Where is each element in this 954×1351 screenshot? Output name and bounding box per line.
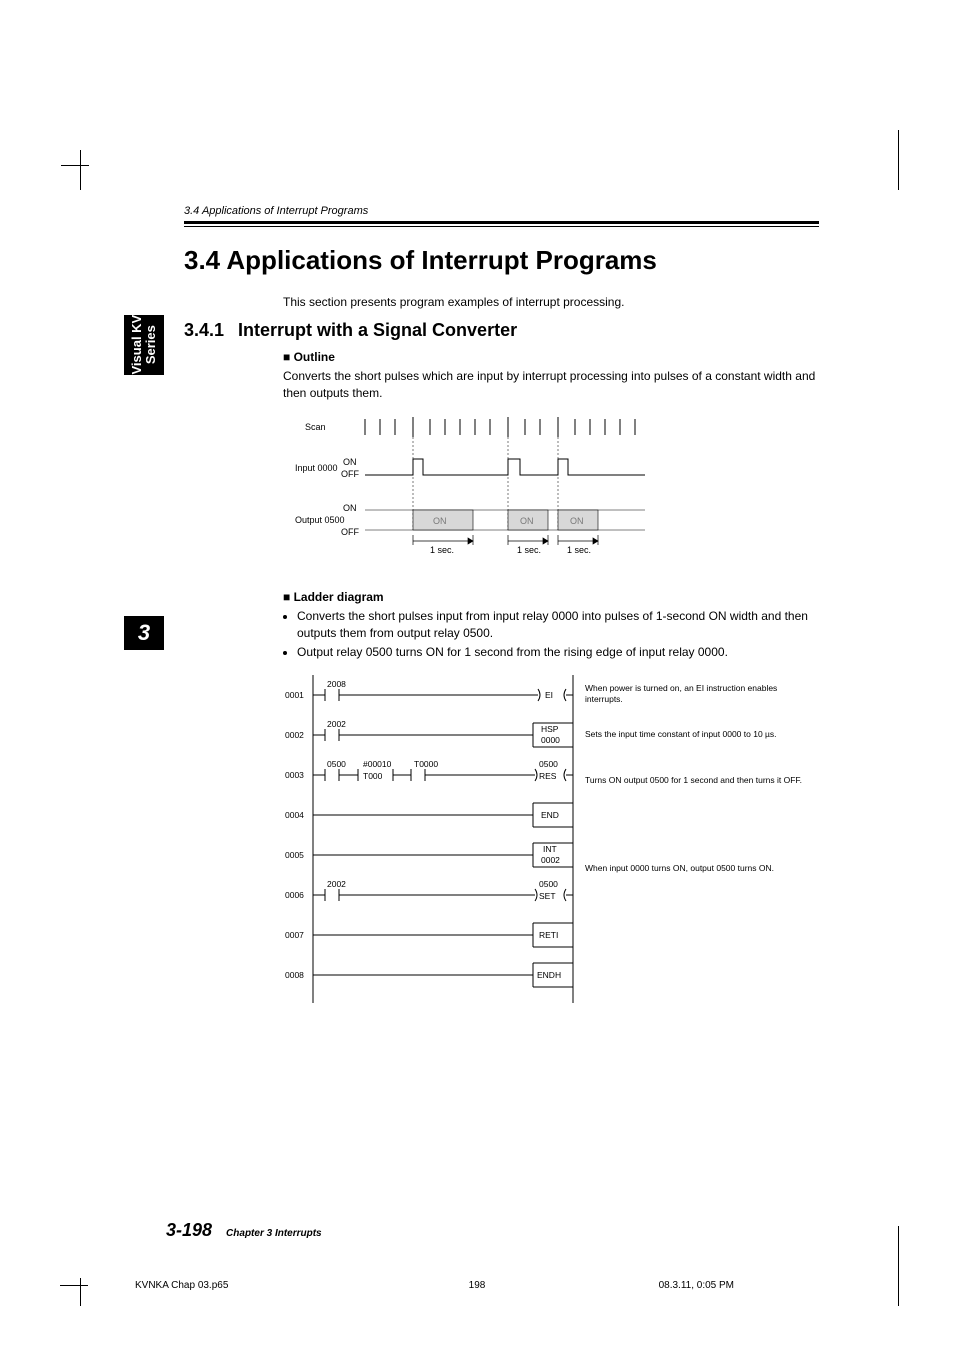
subsection-number: 3.4.1 xyxy=(184,320,224,341)
timing-1sec-1: 1 sec. xyxy=(430,545,454,555)
footer: 3-198 Chapter 3 Interrupts xyxy=(166,1220,322,1241)
slug-left: KVNKA Chap 03.p65 xyxy=(135,1280,228,1291)
chapter-side-tab: 3 xyxy=(124,616,164,650)
crop-mark xyxy=(854,150,894,190)
section-title: 3.4 Applications of Interrupt Programs xyxy=(184,245,657,276)
running-head: 3.4 Applications of Interrupt Programs xyxy=(184,205,819,224)
outline-block: ■ Outline Converts the short pulses whic… xyxy=(283,350,819,402)
r3-out-top: 0500 xyxy=(539,759,558,769)
ladder-heading-block: ■ Ladder diagram Converts the short puls… xyxy=(283,590,819,662)
timing-input-label: Input 0000 xyxy=(295,463,338,473)
slug-center: 198 xyxy=(469,1280,486,1291)
r8-out: ENDH xyxy=(537,970,561,980)
timing-1sec-2: 1 sec. xyxy=(517,545,541,555)
r3-c2a: #00010 xyxy=(363,759,392,769)
r3-c2b: T000 xyxy=(363,771,383,781)
r6-c1: 2002 xyxy=(327,879,346,889)
footer-page: 3-198 xyxy=(166,1220,212,1241)
timing-on2: ON xyxy=(343,503,357,513)
r2-out-top: HSP xyxy=(541,724,559,734)
subsection-heading: 3.4.1 Interrupt with a Signal Converter xyxy=(184,320,517,341)
timing-on: ON xyxy=(343,457,357,467)
r5-out-num: 0002 xyxy=(541,855,560,865)
rung-0003: 0003 xyxy=(285,770,304,780)
r2-c1: 2002 xyxy=(327,719,346,729)
crop-mark xyxy=(854,1246,894,1286)
r2-out-num: 0000 xyxy=(541,735,560,745)
timing-diagram: Scan Input 0000 ON OFF Output 0500 ON OF… xyxy=(295,415,705,565)
timing-scan-label: Scan xyxy=(305,422,326,432)
footer-chapter: Chapter 3 Interrupts xyxy=(226,1228,322,1239)
series-side-tab: Visual KV Series xyxy=(124,315,164,375)
r7-out: RETI xyxy=(539,930,558,940)
ladder-heading: ■ Ladder diagram xyxy=(283,590,819,604)
timing-on-block3: ON xyxy=(570,516,584,526)
crop-mark xyxy=(80,150,121,190)
ladder-bullet-2: Output relay 0500 turns ON for 1 second … xyxy=(297,644,819,661)
rung-0001: 0001 xyxy=(285,690,304,700)
slug-right: 08.3.11, 0:05 PM xyxy=(659,1280,734,1291)
ladder-diagram: 0001 2008 EI 0002 2002 HSP 0000 0003 050… xyxy=(283,675,823,1035)
r5-out-top: INT xyxy=(543,844,557,854)
r1-c1: 2008 xyxy=(327,679,346,689)
outline-body: Converts the short pulses which are inpu… xyxy=(283,368,819,402)
crop-mark xyxy=(80,1246,120,1286)
r4-out: END xyxy=(541,810,559,820)
r3-c3: T0000 xyxy=(414,759,438,769)
timing-on-block1: ON xyxy=(433,516,447,526)
r6-out: SET xyxy=(539,891,556,901)
rung-0002: 0002 xyxy=(285,730,304,740)
rung-0006: 0006 xyxy=(285,890,304,900)
ladder-bullets: Converts the short pulses input from inp… xyxy=(283,608,819,660)
timing-on-block2: ON xyxy=(520,516,534,526)
r6-out-top: 0500 xyxy=(539,879,558,889)
r3-c1: 0500 xyxy=(327,759,346,769)
rung-0008: 0008 xyxy=(285,970,304,980)
timing-off2: OFF xyxy=(341,527,359,537)
subsection-title: Interrupt with a Signal Converter xyxy=(238,320,517,341)
timing-off: OFF xyxy=(341,469,359,479)
rung-0004: 0004 xyxy=(285,810,304,820)
side-note-1: When power is turned on, an EI instructi… xyxy=(585,683,815,704)
timing-1sec-3: 1 sec. xyxy=(567,545,591,555)
rung-0005: 0005 xyxy=(285,850,304,860)
side-note-2: Sets the input time constant of input 00… xyxy=(585,729,815,740)
side-tab-line2: Series xyxy=(143,325,158,364)
r3-out: RES xyxy=(539,771,557,781)
timing-output-label: Output 0500 xyxy=(295,515,345,525)
ladder-bullet-1: Converts the short pulses input from inp… xyxy=(297,608,819,642)
outline-heading: ■ Outline xyxy=(283,350,819,364)
side-note-4: When input 0000 turns ON, output 0500 tu… xyxy=(585,863,815,874)
side-note-3: Turns ON output 0500 for 1 second and th… xyxy=(585,775,815,786)
r1-out: EI xyxy=(545,690,553,700)
section-intro: This section presents program examples o… xyxy=(283,295,625,309)
rung-0007: 0007 xyxy=(285,930,304,940)
